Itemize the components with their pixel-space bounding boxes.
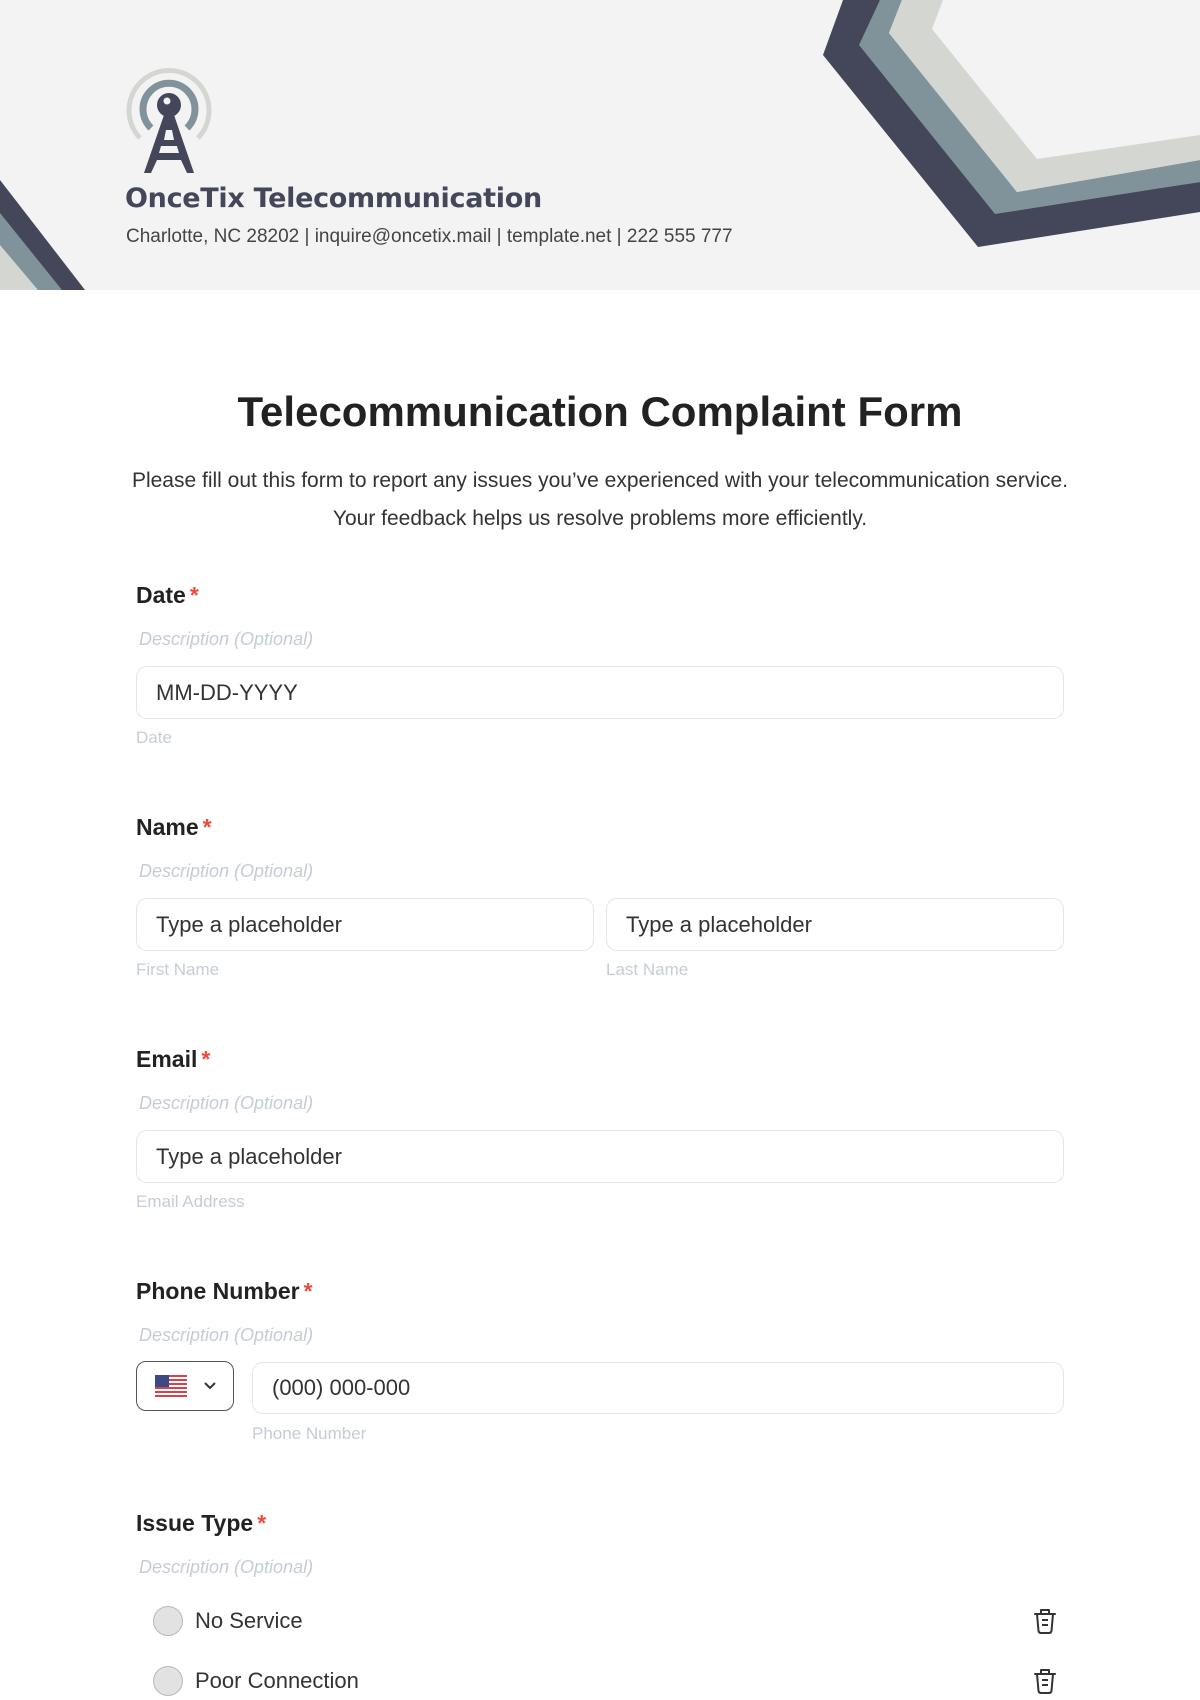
phone-input[interactable]: (000) 000-000 [252, 1362, 1064, 1414]
issue-option-poor-connection[interactable]: Poor Connection [153, 1663, 1058, 1699]
date-label-text: Date [136, 582, 186, 608]
required-asterisk: * [201, 1046, 211, 1072]
phone-input-placeholder: (000) 000-000 [272, 1375, 411, 1400]
company-contact-info: Charlotte, NC 28202 | inquire@oncetix.ma… [126, 226, 733, 247]
issue-option-no-service[interactable]: No Service [153, 1603, 1058, 1639]
chevron-down-icon [204, 1382, 216, 1390]
issue-type-description: Description (Optional) [139, 1557, 314, 1577]
trash-icon[interactable] [1032, 1607, 1058, 1635]
letterhead: OnceTix Telecommunication Charlotte, NC … [0, 0, 1200, 290]
name-label-text: Name [136, 814, 199, 840]
name-description: Description (Optional) [139, 861, 314, 881]
first-name-sub-label: First Name [136, 960, 220, 979]
phone-sub-label: Phone Number [252, 1424, 367, 1443]
form-intro: Please fill out this form to report any … [131, 469, 1069, 530]
date-description: Description (Optional) [139, 629, 314, 649]
phone-description: Description (Optional) [139, 1325, 314, 1345]
email-description: Description (Optional) [139, 1093, 314, 1113]
company-name: OnceTix Telecommunication [125, 183, 542, 214]
country-code-select[interactable] [136, 1361, 234, 1411]
option-label: No Service [195, 1608, 303, 1633]
email-input[interactable]: Type a placeholder [136, 1130, 1064, 1183]
radio-button[interactable] [153, 1606, 183, 1636]
form-title: Telecommunication Complaint Form [237, 388, 963, 435]
date-sub-label: Date [136, 728, 172, 747]
first-name-placeholder: Type a placeholder [156, 911, 342, 937]
radio-button[interactable] [153, 1666, 183, 1696]
email-sub-label: Email Address [136, 1192, 245, 1211]
email-label: Email * [136, 1046, 210, 1073]
option-label: Poor Connection [195, 1668, 359, 1693]
required-asterisk: * [303, 1278, 313, 1304]
antenna-tower-logo-icon [126, 67, 212, 173]
last-name-sub-label: Last Name [606, 960, 689, 979]
issue-type-label: Issue Type * [136, 1510, 266, 1537]
phone-label: Phone Number * [136, 1278, 313, 1305]
date-label: Date * [136, 582, 199, 609]
required-asterisk: * [189, 582, 199, 608]
last-name-placeholder: Type a placeholder [626, 911, 812, 937]
phone-label-text: Phone Number [136, 1278, 300, 1304]
date-input[interactable]: MM-DD-YYYY [136, 666, 1064, 719]
required-asterisk: * [257, 1510, 267, 1536]
us-flag-icon [155, 1375, 187, 1397]
trash-icon[interactable] [1032, 1667, 1058, 1695]
email-input-placeholder: Type a placeholder [156, 1143, 342, 1169]
first-name-input[interactable]: Type a placeholder [136, 898, 594, 951]
date-input-placeholder: MM-DD-YYYY [156, 679, 298, 705]
email-label-text: Email [136, 1046, 198, 1072]
last-name-input[interactable]: Type a placeholder [606, 898, 1064, 951]
issue-type-label-text: Issue Type [136, 1510, 254, 1536]
name-label: Name * [136, 814, 212, 841]
required-asterisk: * [202, 814, 212, 840]
